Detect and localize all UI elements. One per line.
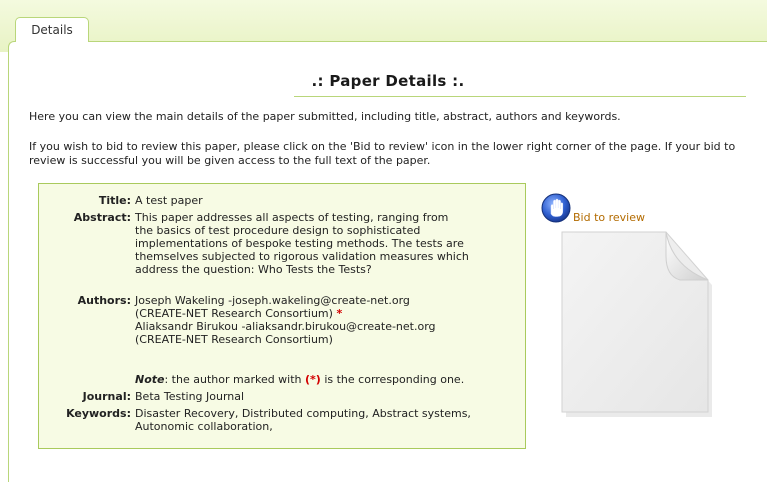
paper-title: A test paper	[135, 194, 203, 207]
bid-instructions-text: If you wish to bid to review this paper,…	[29, 140, 736, 167]
abstract-text: This paper addresses all aspects of test…	[135, 211, 515, 276]
note-marker: (*)	[305, 373, 321, 386]
abstract-line: This paper addresses all aspects of test…	[135, 211, 449, 224]
abstract-line: implementations of bespoke testing metho…	[135, 237, 464, 250]
abstract-line: the basics of test procedure design to s…	[135, 224, 421, 237]
author-affiliation: (CREATE-NET Research Consortium) *	[135, 307, 343, 320]
corresponding-note: Note: the author marked with (*) is the …	[135, 373, 465, 386]
corresponding-marker: *	[336, 307, 343, 320]
keywords-label: Keywords:	[66, 407, 131, 420]
page-title: .: Paper Details :.	[311, 72, 465, 90]
document-icon	[561, 231, 712, 417]
journal-label: Journal:	[82, 390, 131, 403]
journal-name: Beta Testing Journal	[135, 390, 245, 403]
tab-details[interactable]: Details	[15, 17, 89, 42]
intro-text: Here you can view the main details of th…	[29, 110, 621, 123]
keywords-list: Disaster Recovery, Distributed computing…	[135, 407, 515, 433]
note-prefix: Note	[135, 373, 165, 386]
bid-to-review-label[interactable]: Bid to review	[573, 211, 645, 224]
keywords-line: Disaster Recovery, Distributed computing…	[135, 407, 471, 420]
keywords-line: Autonomic collaboration,	[135, 420, 273, 433]
authors-list: Joseph Wakeling -joseph.wakeling@create-…	[135, 294, 515, 346]
title-divider	[294, 96, 746, 97]
paper-details-panel: Title: A test paper Abstract: This paper…	[38, 183, 526, 449]
abstract-label: Abstract:	[73, 211, 131, 224]
author-email: Aliaksandr Birukou -aliaksandr.birukou@c…	[135, 320, 436, 333]
title-label: Title:	[98, 194, 131, 207]
abstract-line: address the question: Who Tests the Test…	[135, 263, 372, 276]
author-email: Joseph Wakeling -joseph.wakeling@create-…	[135, 294, 410, 307]
authors-label: Authors:	[77, 294, 131, 307]
author-affiliation: (CREATE-NET Research Consortium)	[135, 333, 333, 346]
bid-to-review-button[interactable]: Bid to review	[541, 193, 661, 229]
hand-icon[interactable]	[541, 193, 571, 223]
abstract-line: themselves subjected to rigorous validat…	[135, 250, 469, 263]
